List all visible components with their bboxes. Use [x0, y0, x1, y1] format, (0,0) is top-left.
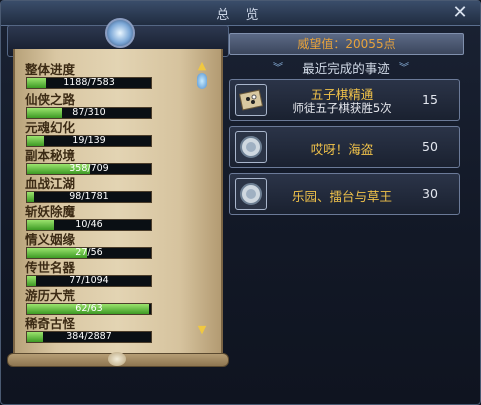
progress-label: 整体进度 [25, 62, 76, 77]
progress-item[interactable]: 情义姻缘 27/56 [25, 229, 210, 259]
progress-bar: 1188/7583 [26, 77, 152, 89]
achievement-entry[interactable]: 五子棋精通 师徒五子棋获胜5次 15 [229, 79, 460, 121]
progress-item[interactable]: 稀奇古怪 384/2887 [25, 313, 210, 343]
progress-label: 游历大荒 [25, 288, 76, 303]
double-chevron-down-icon: ︾ [399, 63, 409, 74]
progress-label: 仙侠之路 [25, 92, 76, 107]
progress-item[interactable]: 副本秘境 358/709 [25, 145, 210, 175]
scroll-thumb[interactable] [197, 73, 207, 89]
progress-label: 血战江湖 [25, 176, 76, 191]
window-title: 总 览 [216, 8, 265, 23]
progress-label: 副本秘境 [25, 148, 76, 163]
progress-count: 384/2887 [66, 331, 112, 342]
progress-label: 元魂幻化 [25, 120, 76, 135]
progress-scroll: 整体进度 1188/7583 仙侠之路 87/310 元魂幻化 19/139 副本秘境 358… [13, 49, 223, 359]
achievement-description: 师徒五子棋获胜5次 [292, 101, 392, 115]
achievement-name: 乐园、擂台与草王 [291, 189, 392, 204]
progress-count: 1188/7583 [63, 77, 115, 88]
close-icon[interactable]: ✕ [450, 3, 470, 23]
progress-item[interactable]: 元魂幻化 19/139 [25, 117, 210, 147]
achievement-points: 15 [422, 92, 438, 107]
achievement-entry[interactable]: 乐园、擂台与草王 30 [229, 173, 460, 215]
achievement-medal-icon [235, 178, 267, 210]
progress-item[interactable]: 血战江湖 98/1781 [25, 173, 210, 203]
progress-bar: 384/2887 [26, 331, 152, 343]
title-bar: 总 览 ✕ [1, 1, 480, 26]
scroll-knob-icon [108, 352, 126, 366]
achievement-points: 30 [422, 186, 438, 201]
progress-item[interactable]: 游历大荒 62/63 [25, 285, 210, 315]
scroll-down-arrow-icon[interactable]: ▼ [195, 323, 209, 337]
gem-ornament-icon [105, 18, 135, 48]
progress-label: 斩妖除魔 [25, 204, 76, 219]
scroll-up-arrow-icon[interactable]: ▲ [195, 59, 209, 73]
progress-label: 传世名器 [25, 260, 76, 275]
progress-item[interactable]: 仙侠之路 87/310 [25, 89, 210, 119]
scroll-roller-bottom [7, 352, 229, 367]
progress-item[interactable]: 整体进度 1188/7583 [25, 59, 210, 89]
prestige-value: 威望值：20055点 [229, 33, 464, 55]
progress-item[interactable]: 传世名器 77/1094 [25, 257, 210, 287]
achievement-medal-icon [235, 131, 267, 163]
progress-label: 稀奇古怪 [25, 316, 76, 331]
progress-label: 情义姻缘 [25, 232, 76, 247]
achievement-entry[interactable]: 哎呀！海盗 50 [229, 126, 460, 168]
gomoku-board-icon [235, 84, 267, 116]
achievement-points: 50 [422, 139, 438, 154]
overview-window: 总 览 ✕ 整体进度 1188/7583 仙侠之路 87/310 元魂幻化 19/139 副… [0, 0, 481, 405]
progress-item[interactable]: 斩妖除魔 10/46 [25, 201, 210, 231]
achievement-name: 哎呀！海盗 [310, 142, 374, 157]
